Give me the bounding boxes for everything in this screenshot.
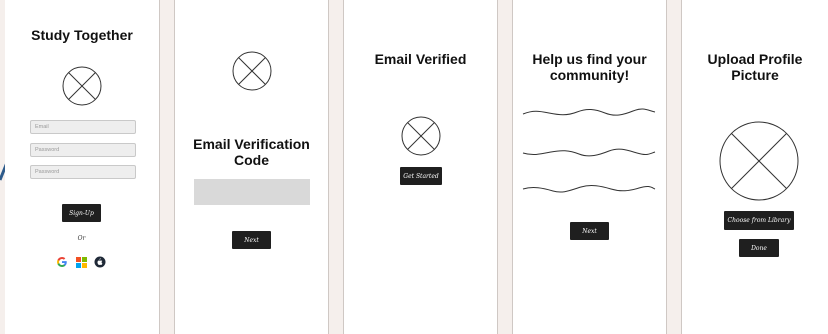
confirm-password-field[interactable]: Password [30, 165, 136, 179]
title-line-2: community! [549, 66, 630, 83]
title-line-1: Email Verification [193, 136, 310, 152]
title-line-1: Help us find your [532, 51, 647, 67]
upload-profile-screen: Upload Profile Picture Choose from Libra… [681, 0, 828, 334]
title-line-1: Upload Profile [707, 51, 803, 67]
email-verified-screen: Email Verified Get Started [343, 0, 498, 334]
microsoft-icon[interactable] [76, 257, 87, 268]
apple-icon[interactable] [94, 256, 106, 268]
image-placeholder-icon [401, 116, 441, 156]
community-option-squiggle[interactable] [521, 105, 657, 119]
email-verification-screen: Email Verification Code Next [174, 0, 329, 334]
image-placeholder-icon [232, 51, 272, 91]
next-button[interactable]: Next [232, 231, 271, 249]
community-option-squiggle[interactable] [521, 181, 657, 195]
title-line-2: Code [234, 151, 269, 168]
done-button[interactable]: Done [739, 239, 779, 257]
page-title: Help us find your community! [513, 51, 666, 83]
image-placeholder-icon [62, 66, 102, 106]
page-title: Upload Profile Picture [682, 51, 828, 83]
choose-from-library-button[interactable]: Choose from Library [724, 211, 794, 230]
page-title: Study Together [31, 27, 133, 43]
password-field[interactable]: Password [30, 143, 136, 157]
verification-code-input[interactable] [194, 179, 310, 205]
title-line-2: Picture [731, 66, 779, 83]
email-field[interactable]: Email [30, 120, 136, 134]
or-label: Or [77, 235, 86, 242]
page-title: Email Verification Code [175, 136, 328, 168]
signup-screen: Study Together Email Password Password S… [5, 0, 160, 334]
page-title: Email Verified [374, 51, 467, 67]
google-icon[interactable] [56, 256, 68, 268]
signup-button[interactable]: Sign-Up [62, 204, 101, 222]
community-option-squiggle[interactable] [521, 145, 657, 159]
community-screen: Help us find your community! Next [512, 0, 667, 334]
profile-picture-placeholder-icon[interactable] [719, 121, 799, 201]
get-started-button[interactable]: Get Started [400, 167, 442, 185]
next-button[interactable]: Next [570, 222, 609, 240]
